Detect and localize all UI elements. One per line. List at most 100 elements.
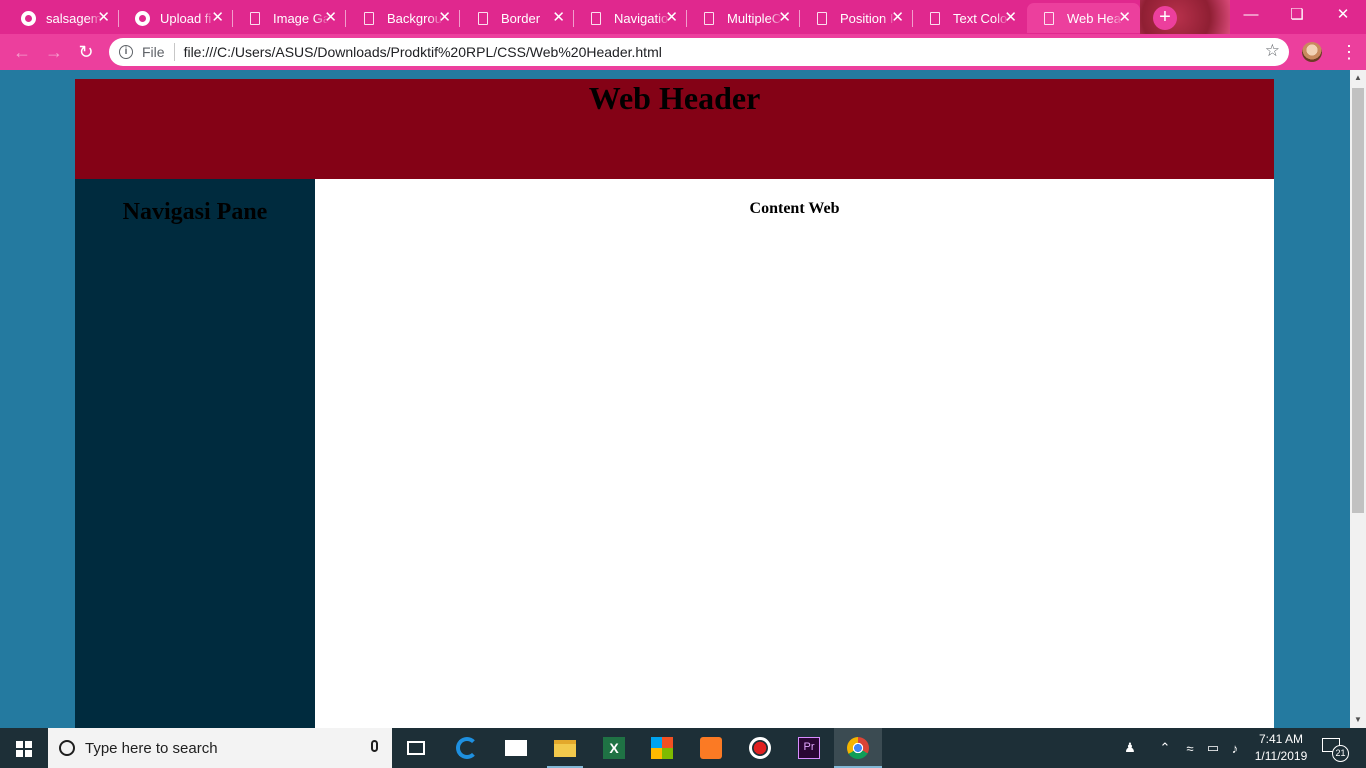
tab-background[interactable]: Backgrou ✕ <box>347 3 460 33</box>
xampp-app[interactable] <box>687 728 735 768</box>
tab-title: Backgrou <box>387 10 442 26</box>
close-tab-icon[interactable]: ✕ <box>211 9 224 26</box>
taskbar-search[interactable]: Type here to search <box>48 728 392 768</box>
tab-title: Border <box>501 10 541 26</box>
system-clock[interactable]: 7:41 AM 1/11/2019 <box>1250 731 1312 765</box>
tab-title: Image Ga <box>273 10 329 26</box>
close-tab-icon[interactable]: ✕ <box>1004 9 1017 26</box>
close-tab-icon[interactable]: ✕ <box>97 9 110 26</box>
document-icon <box>247 10 263 26</box>
browser-tab-strip: salsagem ✕ Upload fi ✕ Image Ga ✕ Backgr… <box>0 0 1366 34</box>
volume-icon[interactable]: ♪ <box>1225 728 1245 768</box>
document-icon <box>1041 10 1057 26</box>
profile-avatar[interactable] <box>1302 42 1322 62</box>
tab-title: Navigatio <box>614 10 669 26</box>
record-icon <box>749 737 771 759</box>
excel-icon: X <box>603 737 625 759</box>
header-title: Web Header <box>588 80 761 116</box>
document-icon <box>814 10 830 26</box>
bookmark-star-icon[interactable]: ☆ <box>1265 41 1280 61</box>
browser-toolbar: ← → ↻ i File file:///C:/Users/ASUS/Downl… <box>0 34 1366 70</box>
navigation-pane: Navigasi Pane <box>75 179 315 728</box>
tab-multiple[interactable]: MultipleC ✕ <box>687 3 800 33</box>
scroll-up-icon[interactable]: ▲ <box>1350 70 1366 86</box>
close-tab-icon[interactable]: ✕ <box>438 9 451 26</box>
windows-taskbar: Type here to search X Pr ♟ ⌃ ≈ ▭ ♪ 7:41 … <box>0 728 1366 768</box>
page-viewport: Web Header Navigasi Pane Content Web <box>0 70 1350 728</box>
scrollbar-thumb[interactable] <box>1352 88 1364 513</box>
folder-icon <box>554 739 576 757</box>
task-view-button[interactable] <box>392 728 440 768</box>
content-area: Content Web <box>315 179 1274 728</box>
tab-navigation[interactable]: Navigatio ✕ <box>574 3 687 33</box>
vertical-scrollbar[interactable]: ▲ ▼ <box>1350 70 1366 728</box>
scheme-label: File <box>142 44 165 60</box>
back-button[interactable]: ← <box>10 40 34 64</box>
menu-icon[interactable]: ⋮ <box>1340 41 1358 63</box>
github-icon <box>134 10 150 26</box>
xampp-icon <box>700 737 722 759</box>
minimize-button[interactable]: — <box>1228 0 1274 30</box>
cortana-icon <box>59 740 75 756</box>
search-placeholder: Type here to search <box>85 739 218 757</box>
mail-app[interactable] <box>492 728 540 768</box>
tab-position[interactable]: Position I ✕ <box>800 3 913 33</box>
tab-upload[interactable]: Upload fi ✕ <box>120 3 233 33</box>
clock-date: 1/11/2019 <box>1254 749 1308 763</box>
address-bar[interactable]: i File file:///C:/Users/ASUS/Downloads/P… <box>109 38 1289 66</box>
file-explorer-app[interactable] <box>541 728 589 768</box>
close-tab-icon[interactable]: ✕ <box>665 9 678 26</box>
excel-app[interactable]: X <box>590 728 638 768</box>
reload-button[interactable]: ↻ <box>74 40 98 64</box>
forward-button[interactable]: → <box>42 40 66 64</box>
new-tab-button[interactable]: + <box>1153 6 1177 30</box>
start-button[interactable] <box>0 728 48 768</box>
tab-title: Position I <box>840 10 894 26</box>
content-title: Content Web <box>749 200 840 217</box>
chrome-app[interactable] <box>834 728 882 768</box>
close-window-button[interactable]: ✕ <box>1320 0 1366 30</box>
close-tab-icon[interactable]: ✕ <box>1118 9 1131 26</box>
tab-title: salsagem <box>46 10 102 26</box>
chrome-icon <box>847 737 869 759</box>
tab-web-header[interactable]: Web Hea ✕ <box>1027 3 1140 33</box>
store-icon <box>651 737 673 759</box>
store-app[interactable] <box>638 728 686 768</box>
people-icon[interactable]: ♟ <box>1118 728 1142 768</box>
close-tab-icon[interactable]: ✕ <box>324 9 337 26</box>
microphone-icon[interactable] <box>371 740 378 752</box>
tab-title: Web Hea <box>1067 10 1121 26</box>
document-icon <box>588 10 604 26</box>
battery-icon[interactable]: ▭ <box>1203 728 1223 768</box>
chevron-up-icon[interactable]: ⌃ <box>1154 728 1176 768</box>
edge-app[interactable] <box>443 728 491 768</box>
action-center-button[interactable]: 21 <box>1322 738 1349 762</box>
tab-title: Upload fi <box>160 10 212 26</box>
tab-text-color[interactable]: Text Colo ✕ <box>913 3 1026 33</box>
url-text[interactable]: file:///C:/Users/ASUS/Downloads/Prodktif… <box>184 44 662 60</box>
clock-time: 7:41 AM <box>1258 732 1304 746</box>
tab-title: Text Colo <box>953 10 1008 26</box>
close-tab-icon[interactable]: ✕ <box>552 9 565 26</box>
tab-image-gallery[interactable]: Image Ga ✕ <box>233 3 346 33</box>
wifi-icon[interactable]: ≈ <box>1180 728 1200 768</box>
mail-icon <box>505 740 527 756</box>
tab-salsagem[interactable]: salsagem ✕ <box>6 3 119 33</box>
github-icon <box>20 10 36 26</box>
edge-icon <box>456 737 478 759</box>
premiere-app[interactable]: Pr <box>785 728 833 768</box>
tab-border[interactable]: Border ✕ <box>461 3 574 33</box>
close-tab-icon[interactable]: ✕ <box>778 9 791 26</box>
recorder-app[interactable] <box>736 728 784 768</box>
document-icon <box>475 10 491 26</box>
premiere-icon: Pr <box>798 737 820 759</box>
nav-title: Navigasi Pane <box>122 199 268 225</box>
document-icon <box>361 10 377 26</box>
task-view-icon <box>407 741 425 755</box>
tab-title: MultipleC <box>727 10 782 26</box>
close-tab-icon[interactable]: ✕ <box>891 9 904 26</box>
info-icon[interactable]: i <box>119 45 133 59</box>
web-header: Web Header <box>75 79 1274 179</box>
scroll-down-icon[interactable]: ▼ <box>1350 712 1366 728</box>
restore-button[interactable]: ❏ <box>1274 0 1320 30</box>
